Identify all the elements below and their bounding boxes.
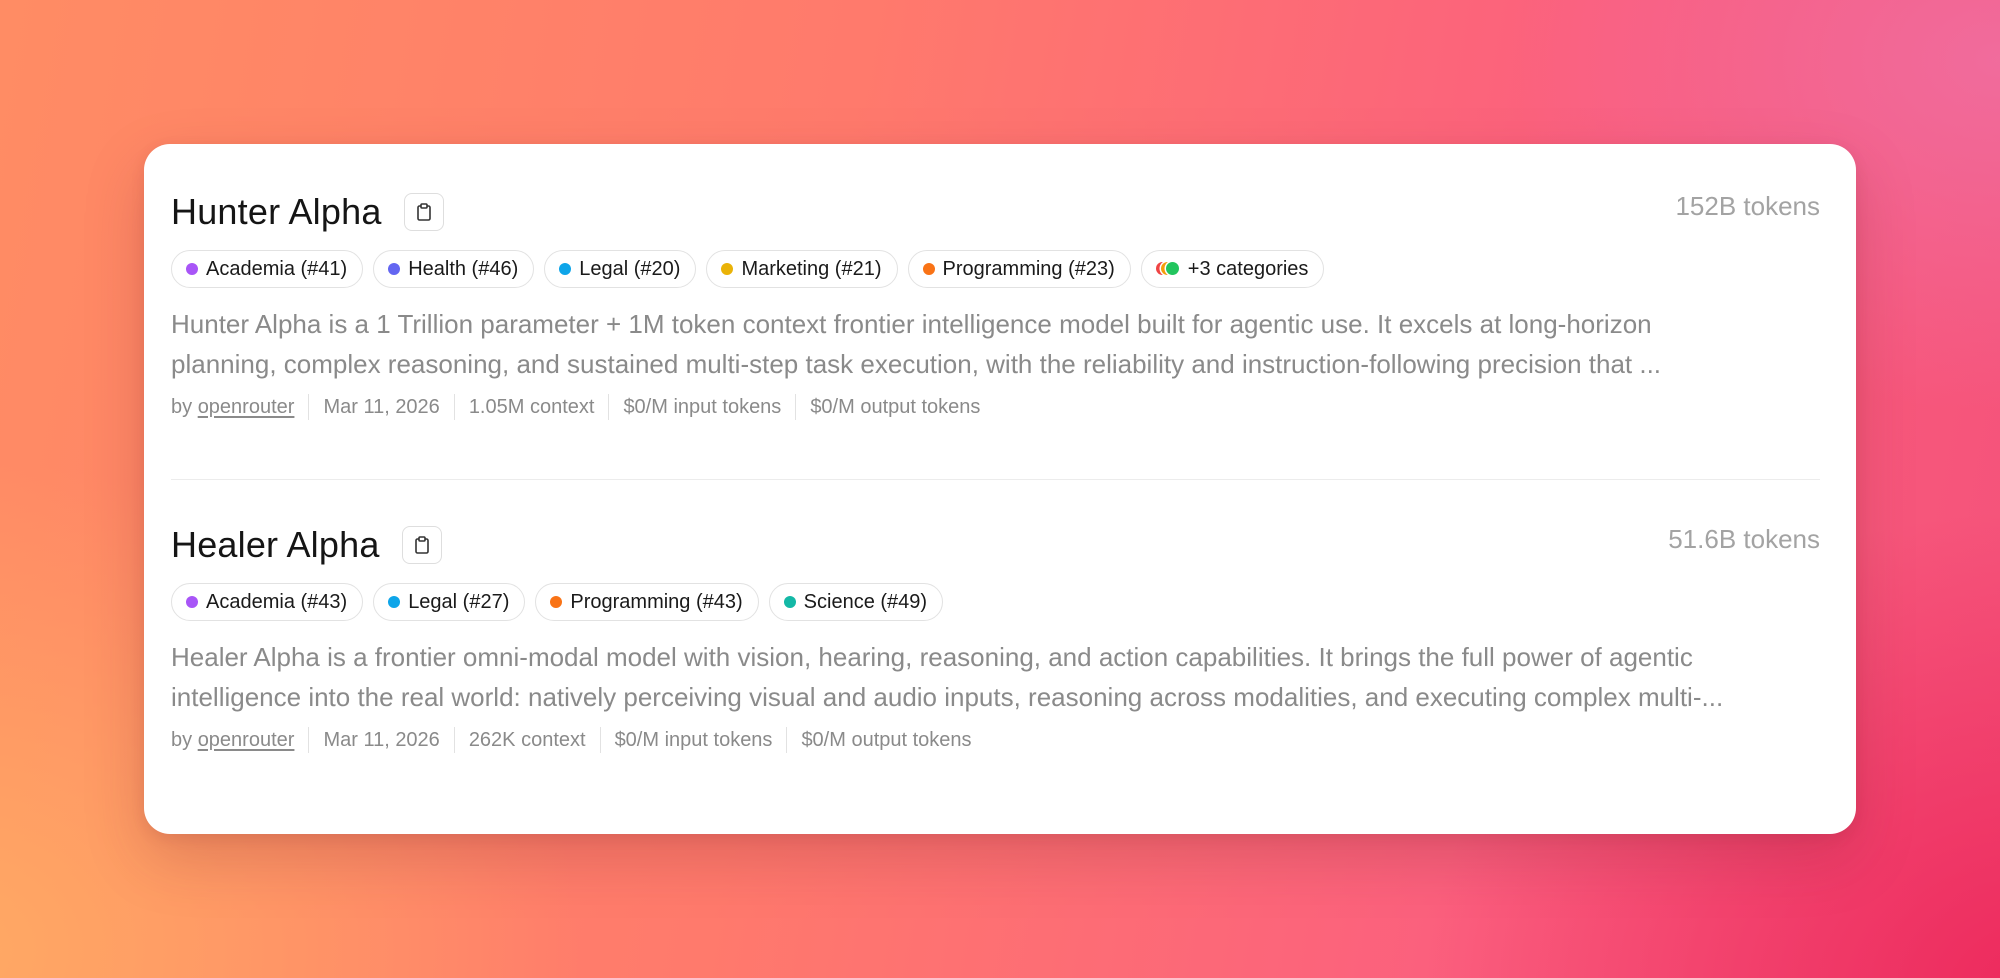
copy-model-id-button[interactable] (403, 193, 444, 231)
category-tag-label: Programming (#23) (942, 257, 1115, 280)
category-dot-icon (783, 596, 796, 608)
category-tag[interactable]: Marketing (#21) (706, 250, 898, 288)
model-name[interactable]: Healer Alpha (171, 524, 380, 566)
model-entry: Healer Alpha 51.6B tokens Academia (#43)… (171, 480, 1820, 753)
output-price: $0/M output tokens (795, 394, 994, 420)
description-line: Hunter Alpha is a 1 Trillion parameter +… (171, 309, 1652, 339)
category-tag-label: Legal (#27) (408, 590, 510, 613)
model-description: Healer Alpha is a frontier omni-modal mo… (171, 637, 1811, 717)
category-tag-label: Marketing (#21) (741, 257, 882, 280)
model-description: Hunter Alpha is a 1 Trillion parameter +… (171, 304, 1811, 384)
category-tags: Academia (#41) Health (#46) Legal (#20) … (171, 250, 1820, 288)
description-line: planning, complex reasoning, and sustain… (171, 349, 1662, 379)
category-tag[interactable]: Legal (#20) (544, 250, 697, 288)
model-title-row: Hunter Alpha (171, 188, 1820, 236)
model-meta: by openrouter Mar 11, 2026 262K context … (171, 727, 1820, 753)
model-name[interactable]: Hunter Alpha (171, 191, 382, 233)
category-tag-label: Academia (#43) (206, 590, 348, 613)
category-tag[interactable]: Science (#49) (768, 583, 944, 621)
category-dot-icon (388, 263, 401, 275)
context-length: 1.05M context (453, 394, 609, 420)
stacked-dots-icon (1155, 262, 1180, 276)
category-tag-label: Science (#49) (803, 590, 928, 613)
output-price: $0/M output tokens (786, 727, 985, 753)
description-line: Healer Alpha is a frontier omni-modal mo… (171, 642, 1693, 672)
author-meta: by openrouter (171, 394, 308, 420)
model-entry: Hunter Alpha 152B tokens Academia (#41) … (171, 144, 1820, 479)
context-length: 262K context (453, 727, 600, 753)
input-price: $0/M input tokens (599, 727, 787, 753)
model-title-row: Healer Alpha (171, 521, 1820, 569)
token-count: 152B tokens (1675, 191, 1820, 221)
category-tag[interactable]: Programming (#43) (535, 583, 759, 621)
category-tag-label: Programming (#43) (570, 590, 743, 613)
author-link[interactable]: openrouter (198, 396, 295, 418)
category-dot-icon (550, 596, 563, 608)
category-tags: Academia (#43) Legal (#27) Programming (… (171, 583, 1820, 621)
category-tag[interactable]: Academia (#41) (171, 250, 364, 288)
category-tag[interactable]: Legal (#27) (373, 583, 526, 621)
token-count: 51.6B tokens (1668, 524, 1820, 554)
clipboard-icon (414, 536, 429, 554)
copy-model-id-button[interactable] (401, 526, 442, 564)
category-tag-label: Health (#46) (408, 257, 519, 280)
more-categories-label: +3 categories (1187, 257, 1309, 280)
category-dot-icon (186, 263, 198, 275)
category-dot-icon (388, 596, 401, 608)
author-meta: by openrouter (171, 727, 308, 753)
release-date: Mar 11, 2026 (308, 394, 453, 420)
category-tag[interactable]: Health (#46) (373, 250, 535, 288)
category-dot-icon (721, 263, 734, 275)
by-label: by (171, 396, 198, 418)
category-tag[interactable]: Programming (#23) (907, 250, 1131, 288)
more-categories-button[interactable]: +3 categories (1140, 250, 1325, 288)
category-dot-icon (559, 263, 572, 275)
category-dot-icon (186, 596, 198, 608)
category-dot-icon (922, 263, 935, 275)
category-tag[interactable]: Academia (#43) (171, 583, 364, 621)
clipboard-icon (416, 203, 431, 221)
release-date: Mar 11, 2026 (308, 727, 453, 753)
model-list-card: Hunter Alpha 152B tokens Academia (#41) … (144, 144, 1856, 834)
category-tag-label: Academia (#41) (206, 257, 348, 280)
by-label: by (171, 729, 198, 751)
input-price: $0/M input tokens (608, 394, 795, 420)
description-line: intelligence into the real world: native… (171, 682, 1724, 712)
author-link[interactable]: openrouter (198, 729, 295, 751)
model-meta: by openrouter Mar 11, 2026 1.05M context… (171, 394, 1820, 420)
category-tag-label: Legal (#20) (579, 257, 681, 280)
